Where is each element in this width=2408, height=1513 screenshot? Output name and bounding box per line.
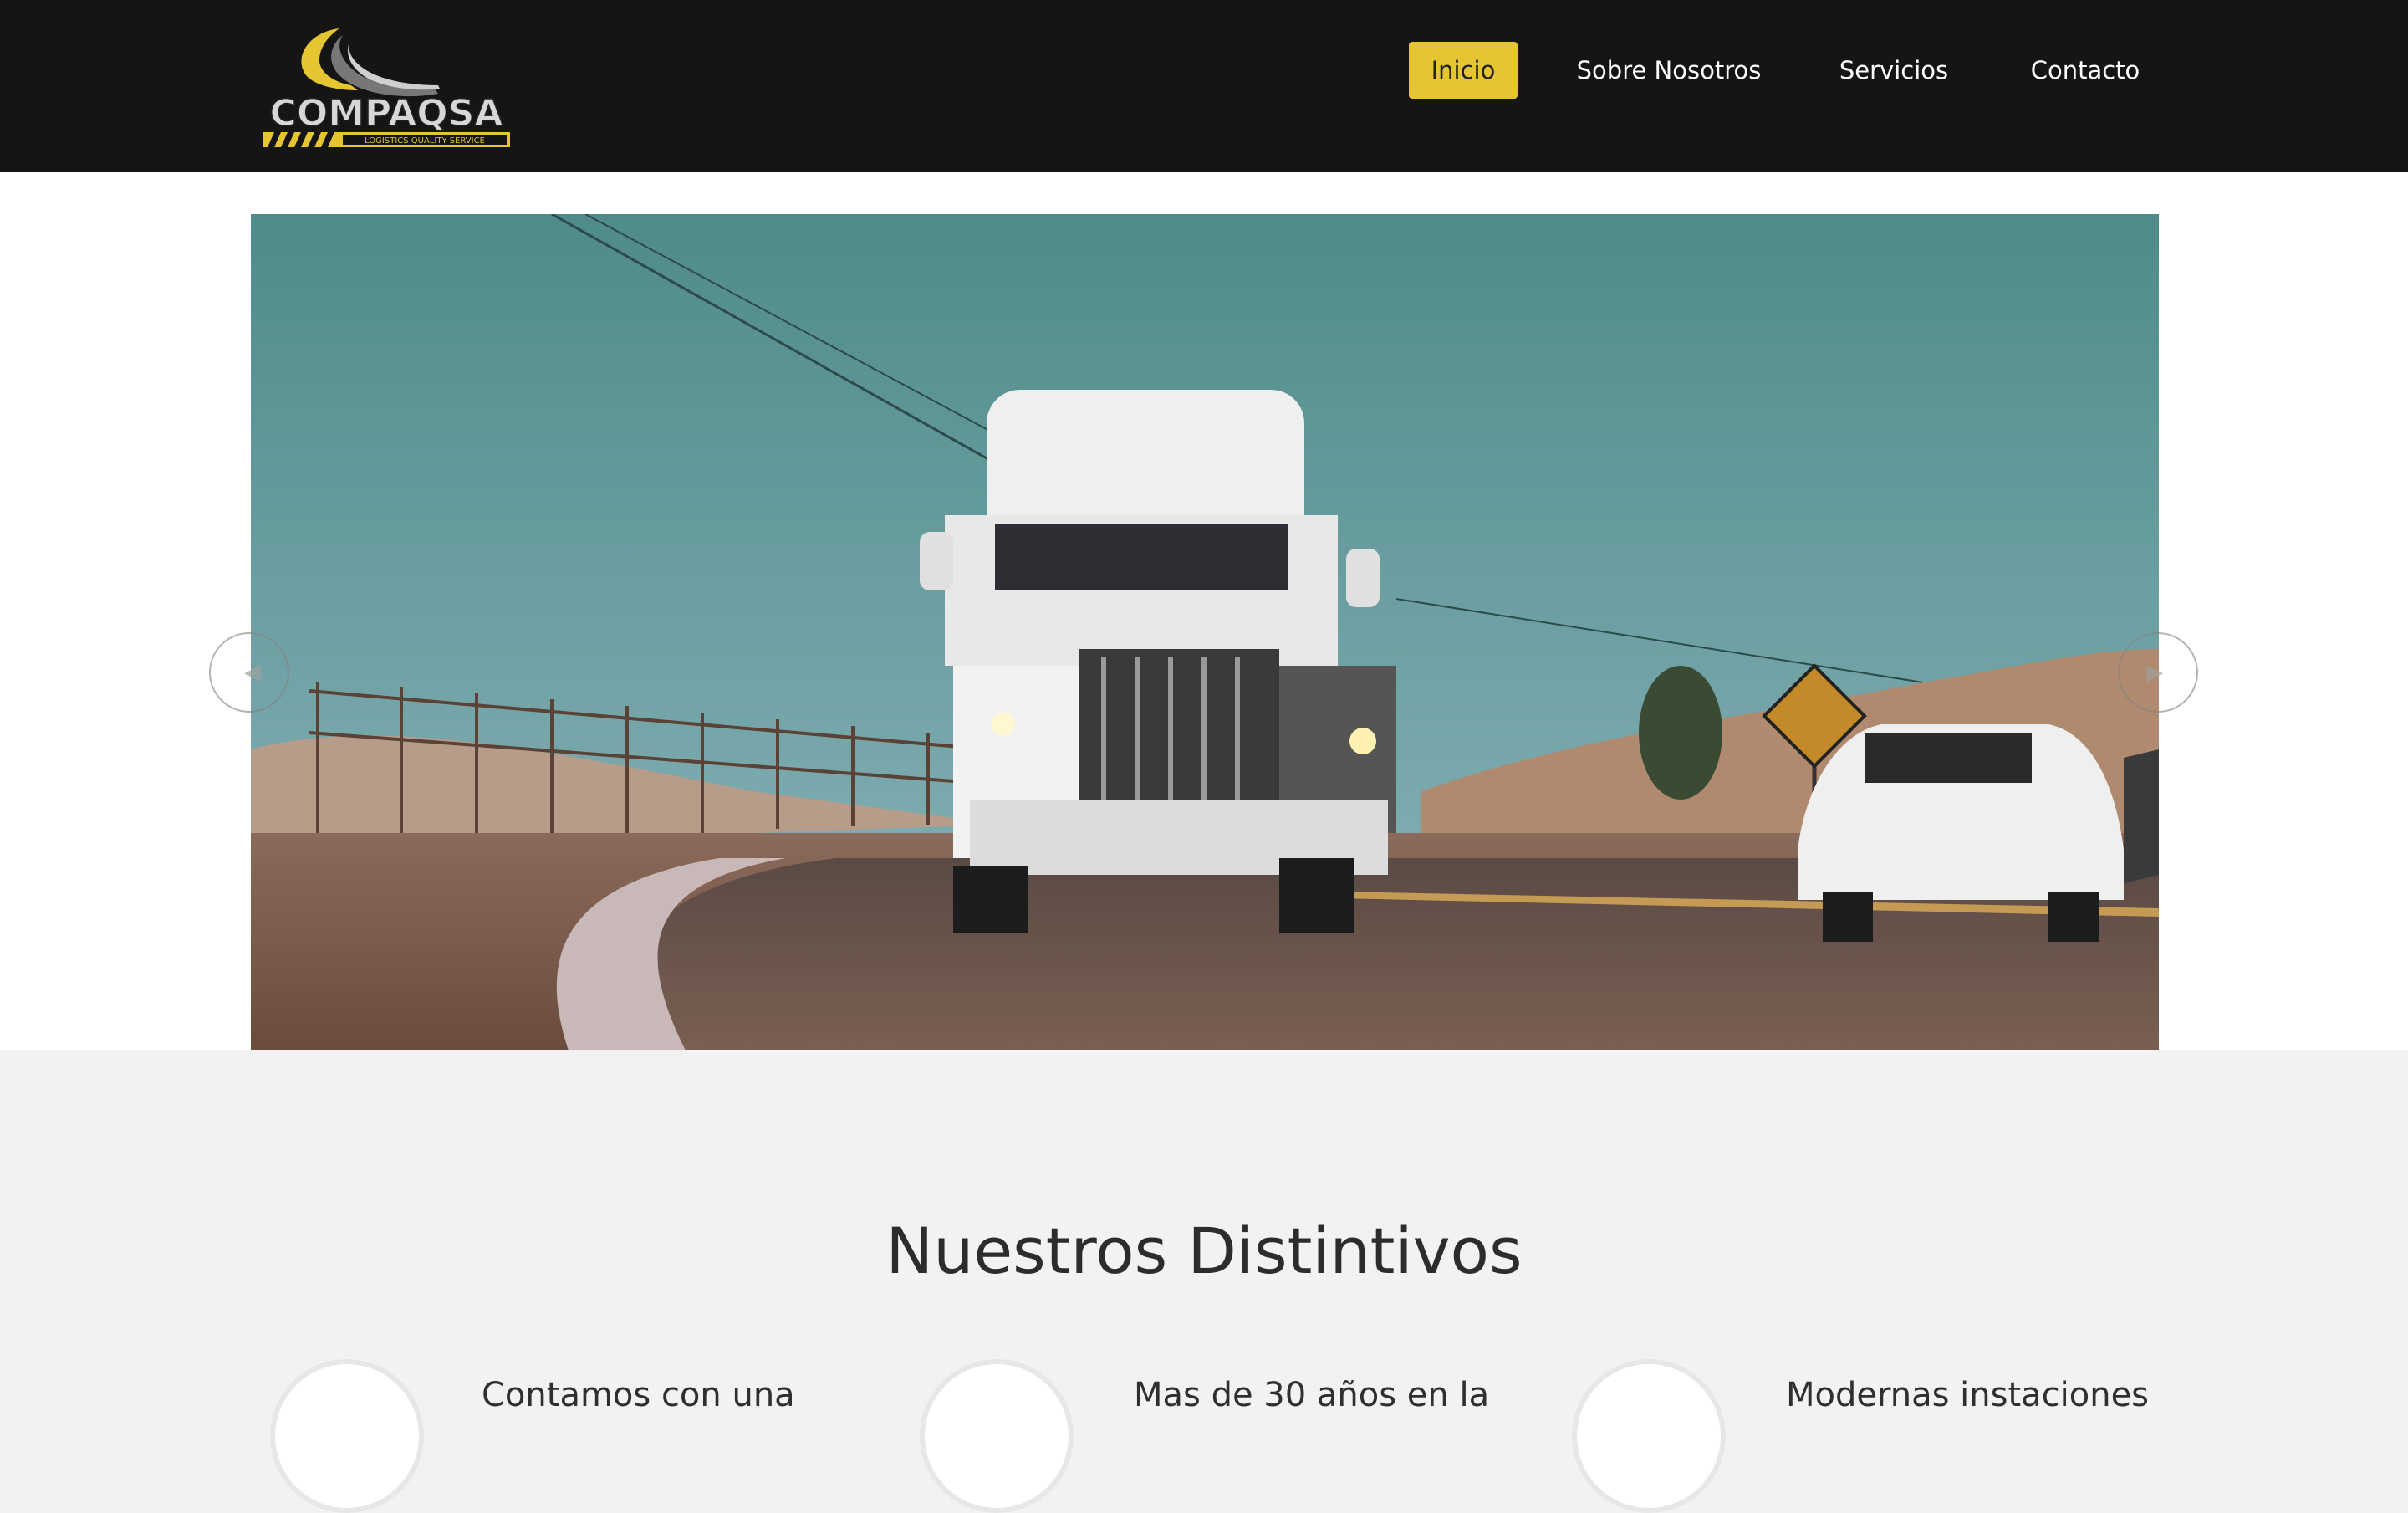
section-title: Nuestros Distintivos [885, 1214, 1523, 1289]
main-nav: Inicio Sobre Nosotros Servicios Contacto [0, 42, 2408, 99]
nav-item-inicio[interactable]: Inicio [1409, 42, 1518, 99]
feature-text: Mas de 30 años en la [1134, 1376, 1490, 1414]
chevron-right-icon: ▶ [2146, 660, 2163, 685]
hero-slide-image [251, 214, 2159, 1050]
carousel-next-button[interactable]: ▶ [2118, 632, 2198, 713]
feature-icon-circle [1572, 1359, 1726, 1513]
nav-item-servicios[interactable]: Servicios [1831, 42, 1956, 99]
logo-tagline: LOGISTICS QUALITY SERVICE [365, 136, 485, 146]
feature-text: Contamos con una [482, 1376, 795, 1414]
carousel-prev-button[interactable]: ◀ [209, 632, 289, 713]
nav-item-sobre-nosotros[interactable]: Sobre Nosotros [1560, 42, 1778, 99]
site-header: COMPAQSA LOGISTICS QUALITY SERVICE Inici… [0, 0, 2408, 172]
truck-photo [251, 214, 2159, 1050]
feature-icon-circle [270, 1359, 424, 1513]
feature-text: Modernas instaciones [1786, 1376, 2150, 1414]
nav-item-contacto[interactable]: Contacto [2010, 42, 2161, 99]
feature-icon-circle [920, 1359, 1074, 1513]
chevron-left-icon: ◀ [244, 660, 261, 685]
